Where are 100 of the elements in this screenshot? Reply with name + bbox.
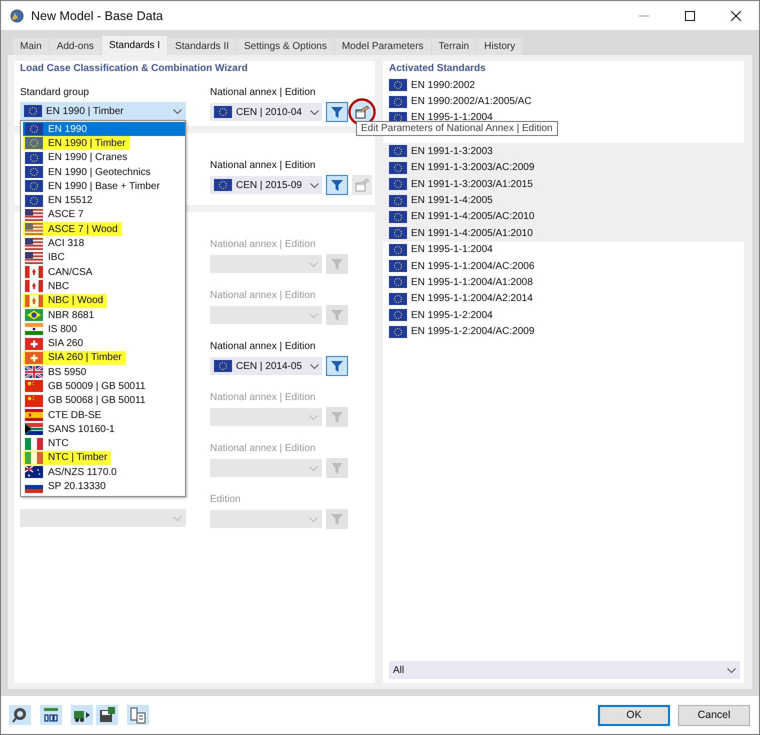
- eu-flag-icon: [389, 309, 407, 322]
- eu-flag-icon: [25, 137, 43, 150]
- us-flag-icon: [25, 208, 43, 221]
- caret-icon: [309, 516, 318, 522]
- eu-flag-icon: [389, 276, 407, 288]
- caret-icon: [309, 466, 318, 470]
- tab[interactable]: Standards II: [168, 38, 236, 55]
- eu-flag-icon: [25, 194, 43, 207]
- number-format-button[interactable]: [40, 705, 62, 725]
- dropdown-option[interactable]: CAN/CSA: [23, 264, 185, 280]
- eu-flag-icon: [389, 210, 407, 223]
- dropdown-option[interactable]: SANS 10160-1: [23, 422, 185, 437]
- ca-flag-icon: [25, 294, 43, 307]
- dropdown-option[interactable]: CTE DB-SE: [23, 408, 185, 422]
- eu-flag-icon: [389, 145, 407, 158]
- dropdown-option[interactable]: SIA 260: [23, 336, 185, 351]
- ca-flag-icon: [25, 280, 43, 292]
- standard-name: EN 1991-1-3:2003/A1:2015: [411, 178, 533, 190]
- standard-name: EN 1995-1-1:2004/A2:2014: [411, 293, 533, 304]
- dropdown-option[interactable]: ASCE 7: [23, 208, 185, 222]
- dropdown-option[interactable]: NBC: [23, 279, 185, 294]
- us-flag-icon: [25, 223, 43, 236]
- caret-icon: [309, 414, 318, 420]
- tab[interactable]: Model Parameters: [334, 38, 431, 55]
- annex-dropdown[interactable]: CEN | 2010-04: [210, 103, 322, 121]
- tab[interactable]: Standards I: [102, 36, 168, 55]
- filter-dropdown[interactable]: All: [389, 661, 740, 679]
- field-label: National annex | Edition: [210, 86, 316, 100]
- au-flag-icon: [25, 466, 43, 478]
- filter-button[interactable]: [326, 175, 348, 195]
- caret-icon: [173, 108, 182, 114]
- eu-flag-icon: [25, 166, 43, 178]
- tab[interactable]: Add-ons: [50, 38, 101, 55]
- eu-flag-icon: [25, 123, 43, 136]
- it-flag-icon: [25, 452, 43, 464]
- dropdown-option[interactable]: SP 20.13330: [23, 479, 185, 494]
- tab[interactable]: Settings & Options: [237, 38, 334, 55]
- eu-flag-icon: [24, 105, 42, 117]
- standard-group-dropdown[interactable]: EN 1990 | Timber: [20, 102, 186, 120]
- filter-icon: [331, 106, 343, 118]
- dropdown-option[interactable]: ACI 318: [23, 236, 185, 251]
- edit-icon: [354, 105, 370, 119]
- standard-name: EN 1991-1-4:2005: [411, 195, 493, 206]
- dropdown-option[interactable]: GB 50009 | GB 50011: [23, 379, 185, 394]
- document-button[interactable]: [127, 705, 149, 725]
- standard-name: EN 1995-1-2:2004/AC:2009: [411, 326, 534, 338]
- field-label: Standard group: [20, 86, 90, 100]
- eu-flag-icon: [214, 106, 232, 118]
- caret-icon: [310, 182, 319, 188]
- dropdown-option[interactable]: AS/NZS 1170.0: [23, 465, 185, 480]
- eu-flag-icon: [389, 292, 407, 305]
- dropdown-option[interactable]: EN 1990 | Cranes: [23, 150, 185, 165]
- edit-icon: [354, 178, 370, 192]
- caret-icon: [310, 364, 319, 368]
- dropdown-option[interactable]: GB 50068 | GB 50011: [23, 394, 185, 408]
- dropdown-option[interactable]: EN 1990 | Base + Timber: [23, 179, 185, 194]
- standard-name: EN 1995-1-1:2004: [411, 244, 493, 256]
- standard-name: EN 1991-1-4:2005/AC:2010: [411, 211, 534, 222]
- eu-flag-icon: [214, 360, 232, 372]
- dropdown-option[interactable]: EN 1990: [23, 122, 185, 136]
- standard-name: EN 1991-1-3:2003: [411, 146, 493, 157]
- eu-flag-icon: [389, 162, 407, 174]
- dropdown-option[interactable]: NTC: [23, 436, 185, 451]
- search-button[interactable]: [9, 705, 31, 725]
- floppy-disk-button[interactable]: [96, 705, 118, 725]
- annex-dropdown[interactable]: CEN | 2015-09: [210, 176, 322, 194]
- annex-dropdown[interactable]: CEN | 2014-05: [210, 357, 322, 375]
- za-flag-icon: [25, 423, 43, 436]
- caret-icon: [173, 516, 182, 520]
- eu-flag-icon: [25, 152, 43, 164]
- ch-flag-icon: [25, 338, 43, 350]
- tab[interactable]: History: [477, 38, 522, 55]
- eu-flag-icon: [389, 96, 407, 108]
- us-flag-icon: [25, 252, 43, 264]
- dropdown-option[interactable]: IBC: [23, 250, 185, 265]
- tab[interactable]: Terrain: [432, 38, 476, 55]
- dropdown-option[interactable]: EN 1990 | Geotechnics: [23, 164, 185, 180]
- dropdown-option[interactable]: NBR 8681: [23, 308, 185, 322]
- filter-button[interactable]: [326, 356, 348, 376]
- filter-button[interactable]: [326, 102, 348, 122]
- standard-name: EN 1995-1-1:2004/A1:2008: [411, 276, 533, 288]
- ok-button[interactable]: OK: [598, 704, 670, 726]
- eu-flag-icon: [389, 260, 407, 272]
- cn-flag-icon: [25, 380, 43, 392]
- dropdown-option[interactable]: IS 800: [23, 322, 185, 336]
- standard-name: EN 1995-1-2:2004: [411, 310, 493, 321]
- field-label: National annex | Edition: [210, 238, 316, 252]
- window-title: New Model - Base Data: [31, 8, 164, 22]
- caret-icon: [309, 262, 318, 266]
- tab[interactable]: Main: [13, 38, 49, 55]
- filter-icon: [331, 310, 343, 320]
- maximize-icon: [685, 10, 695, 20]
- dropdown-option[interactable]: EN 15512: [23, 193, 185, 208]
- cancel-button[interactable]: Cancel: [678, 704, 750, 726]
- truck-button[interactable]: [71, 705, 93, 725]
- es-flag-icon: [25, 409, 43, 422]
- caret-icon: [309, 312, 318, 318]
- it-flag-icon: [25, 438, 43, 450]
- caret-icon: [310, 110, 319, 114]
- eu-flag-icon: [389, 326, 407, 338]
